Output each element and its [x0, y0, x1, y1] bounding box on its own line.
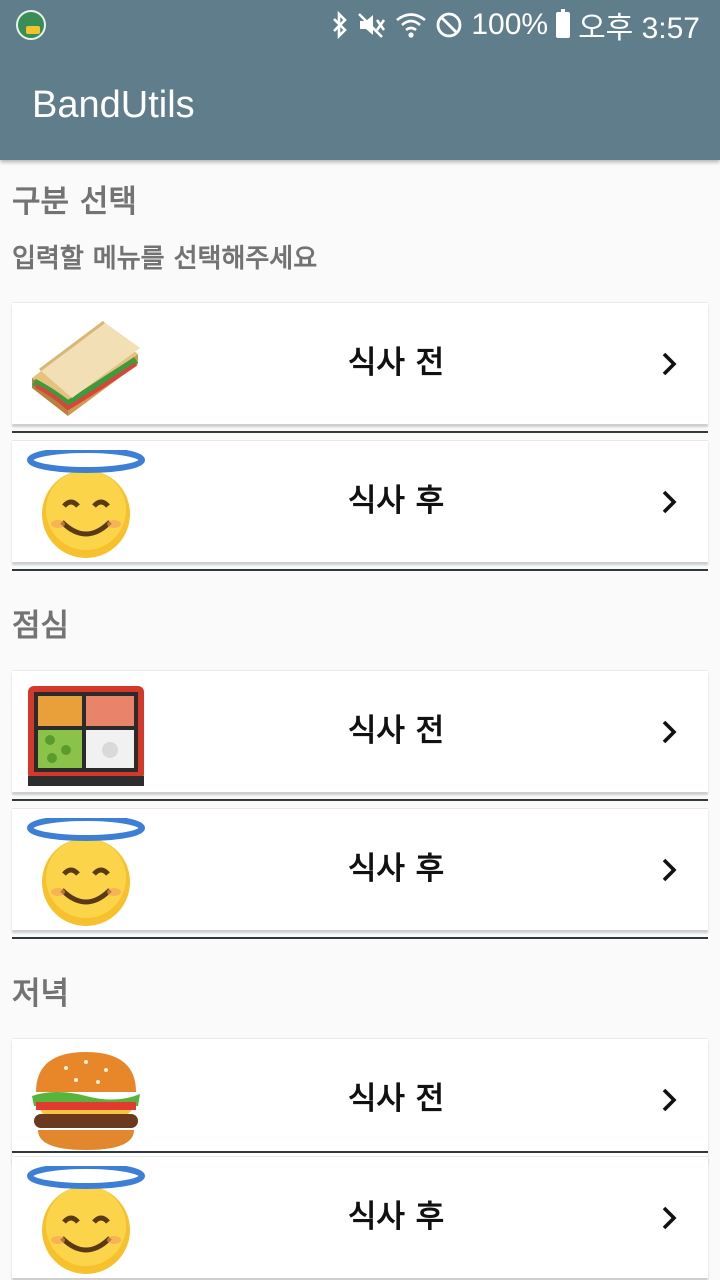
wifi-icon — [395, 11, 427, 39]
menu-item-label: 식사 후 — [347, 851, 445, 887]
menu-item-dinner-before[interactable]: 식사 전 — [12, 1038, 708, 1160]
menu-item-label: 식사 전 — [347, 1081, 445, 1117]
chevron-right-icon — [662, 1088, 677, 1112]
menu-item-label: 식사 전 — [347, 713, 445, 749]
battery-icon — [556, 9, 571, 38]
divider — [12, 937, 708, 939]
menu-item-label: 식사 후 — [347, 1199, 445, 1235]
app-title: BandUtils — [32, 84, 195, 126]
menu-item-label: 식사 후 — [347, 483, 445, 519]
clock: 오후 3:57 — [578, 12, 700, 45]
status-bar: 100% 오후 3:57 — [0, 0, 720, 50]
divider — [12, 1151, 708, 1153]
app-notification-icon — [16, 10, 46, 40]
chevron-right-icon — [662, 490, 677, 514]
battery-percent: 100% — [471, 8, 549, 41]
page-title: 구분 선택 — [12, 184, 137, 220]
menu-item-breakfast-after[interactable]: 식사 후 — [12, 440, 708, 562]
section-title-lunch: 점심 — [12, 608, 70, 644]
divider — [12, 569, 708, 571]
section-title-dinner: 저녁 — [12, 976, 70, 1012]
app-bar: 100% 오후 3:57 BandUtils — [0, 0, 720, 160]
chevron-right-icon — [662, 720, 677, 744]
menu-item-label: 식사 전 — [347, 345, 445, 381]
bluetooth-icon — [331, 11, 349, 39]
page-subtitle: 입력할 메뉴를 선택해주세요 — [12, 244, 318, 274]
chevron-right-icon — [662, 352, 677, 376]
divider — [12, 431, 708, 433]
do-not-disturb-icon — [435, 11, 463, 39]
status-icons: 100% 오후 3:57 — [331, 6, 700, 45]
chevron-right-icon — [662, 858, 677, 882]
menu-item-breakfast-before[interactable]: 식사 전 — [12, 302, 708, 424]
menu-list[interactable]: 구분 선택 입력할 메뉴를 선택해주세요 식사 전 식사 후 점심 식사 전 식… — [0, 160, 720, 1280]
divider — [12, 799, 708, 801]
mute-icon — [357, 11, 387, 39]
chevron-right-icon — [662, 1206, 677, 1230]
menu-item-lunch-before[interactable]: 식사 전 — [12, 670, 708, 792]
menu-item-lunch-after[interactable]: 식사 후 — [12, 808, 708, 930]
menu-item-dinner-after[interactable]: 식사 후 — [12, 1156, 708, 1278]
